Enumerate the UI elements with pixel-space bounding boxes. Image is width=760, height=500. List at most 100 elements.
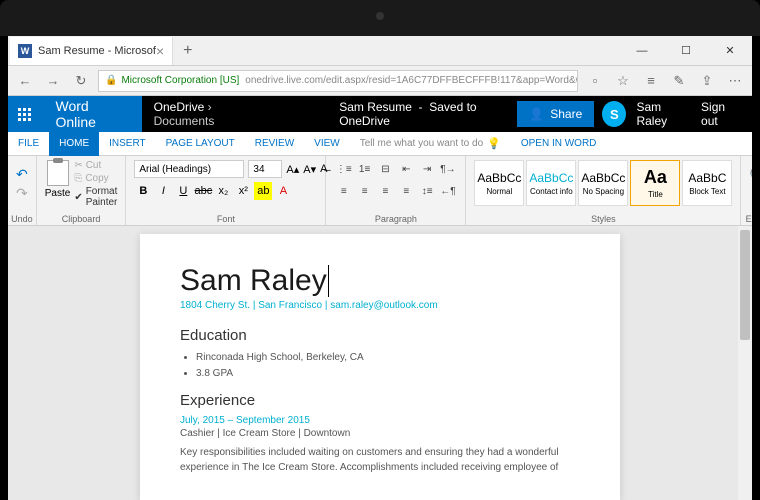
notes-icon[interactable]: ✎ xyxy=(668,70,690,92)
justify-button[interactable]: ≡ xyxy=(397,182,416,200)
breadcrumb-folder[interactable]: Documents xyxy=(154,114,215,128)
numbering-button[interactable]: 1≡ xyxy=(355,160,374,178)
back-button[interactable]: ← xyxy=(14,70,36,92)
sign-out-link[interactable]: Sign out xyxy=(701,100,742,128)
tab-insert[interactable]: INSERT xyxy=(99,132,156,156)
lock-icon: 🔒 xyxy=(105,75,117,86)
maximize-button[interactable]: ☐ xyxy=(664,36,708,66)
bold-button[interactable]: B xyxy=(134,182,152,200)
word-favicon-icon: W xyxy=(18,44,32,58)
tab-home[interactable]: HOME xyxy=(49,132,99,156)
more-icon[interactable]: ⋯ xyxy=(724,70,746,92)
open-in-word-link[interactable]: OPEN IN WORD xyxy=(511,138,607,149)
forward-button[interactable]: → xyxy=(42,70,64,92)
line-spacing-button[interactable]: ↕≡ xyxy=(418,182,437,200)
text-cursor xyxy=(328,265,329,297)
style-no-spacing[interactable]: AaBbCcNo Spacing xyxy=(578,160,628,206)
rtl-button[interactable]: ←¶ xyxy=(439,182,458,200)
subscript-button[interactable]: x₂ xyxy=(214,182,232,200)
outdent-button[interactable]: ⇤ xyxy=(397,160,416,178)
format-painter-button[interactable]: ✔Format Painter xyxy=(74,186,117,208)
experience-body[interactable]: Key responsibilities included waiting on… xyxy=(180,445,580,475)
undo-button[interactable]: ↶ xyxy=(16,166,28,183)
hub-icon[interactable]: ≡ xyxy=(640,70,662,92)
url-text: onedrive.live.com/edit.aspx/resid=1A6C77… xyxy=(245,75,578,86)
browser-tab[interactable]: W Sam Resume - Microsof × xyxy=(10,37,173,65)
copy-button[interactable]: ⎘Copy xyxy=(74,173,117,184)
list-item[interactable]: 3.8 GPA xyxy=(196,366,580,382)
experience-dates[interactable]: July, 2015 – September 2015 xyxy=(180,415,580,426)
job-title-line[interactable]: Cashier | Ice Cream Store | Downtown xyxy=(180,428,580,439)
ribbon: ↶ ↷ Undo Paste ✂Cut ⎘Copy ✔Format Painte… xyxy=(8,156,752,226)
vertical-scrollbar[interactable] xyxy=(738,226,752,500)
style-normal[interactable]: AaBbCcNormal xyxy=(474,160,524,206)
list-item[interactable]: Rinconada High School, Berkeley, CA xyxy=(196,350,580,366)
breadcrumb-onedrive[interactable]: OneDrive xyxy=(154,100,205,114)
paste-icon xyxy=(47,160,69,186)
align-left-button[interactable]: ≡ xyxy=(334,182,353,200)
find-button[interactable]: 🔍 xyxy=(749,160,752,186)
strike-button[interactable]: abc xyxy=(194,182,212,200)
align-right-button[interactable]: ≡ xyxy=(376,182,395,200)
grow-font-button[interactable]: A▴ xyxy=(286,160,299,178)
education-heading[interactable]: Education xyxy=(180,327,580,344)
tell-me-input[interactable]: Tell me what you want to do 💡 xyxy=(350,137,511,150)
tab-file[interactable]: FILE xyxy=(8,132,49,156)
paste-button[interactable]: Paste xyxy=(45,160,71,199)
cut-button[interactable]: ✂Cut xyxy=(74,160,117,171)
share-browser-icon[interactable]: ⇪ xyxy=(696,70,718,92)
url-input[interactable]: 🔒 Microsoft Corporation [US] onedrive.li… xyxy=(98,70,578,92)
editing-group-label: Editing xyxy=(741,214,752,224)
brush-icon: ✔ xyxy=(74,192,82,203)
address-bar: ← → ↻ 🔒 Microsoft Corporation [US] onedr… xyxy=(8,66,752,96)
shrink-font-button[interactable]: A▾ xyxy=(303,160,316,178)
scroll-thumb[interactable] xyxy=(740,230,750,340)
font-color-button[interactable]: A xyxy=(274,182,292,200)
minimize-button[interactable]: — xyxy=(620,36,664,66)
breadcrumb: OneDrive › Documents xyxy=(142,100,280,128)
resume-name-heading[interactable]: Sam Raley xyxy=(180,264,329,298)
education-list[interactable]: Rinconada High School, Berkeley, CA 3.8 … xyxy=(196,350,580,382)
bullets-button[interactable]: ⋮≡ xyxy=(334,160,353,178)
skype-button[interactable]: S xyxy=(602,101,626,127)
tab-view[interactable]: VIEW xyxy=(304,132,350,156)
font-group-label: Font xyxy=(126,214,325,224)
redo-button[interactable]: ↷ xyxy=(16,185,28,202)
app-header: Word Online OneDrive › Documents Sam Res… xyxy=(8,96,752,132)
tab-page-layout[interactable]: PAGE LAYOUT xyxy=(156,132,245,156)
italic-button[interactable]: I xyxy=(154,182,172,200)
favorite-icon[interactable]: ☆ xyxy=(612,70,634,92)
copy-icon: ⎘ xyxy=(74,173,82,184)
cert-label: Microsoft Corporation [US] xyxy=(121,75,239,86)
tab-close-icon[interactable]: × xyxy=(156,43,164,59)
doc-title-status: Sam Resume - Saved to OneDrive xyxy=(339,100,517,128)
style-block-text[interactable]: AaBbCBlock Text xyxy=(682,160,732,206)
style-title[interactable]: AaTitle xyxy=(630,160,680,206)
app-launcher-button[interactable] xyxy=(8,96,41,132)
reading-view-icon[interactable]: ▫ xyxy=(584,70,606,92)
new-tab-button[interactable]: + xyxy=(173,42,202,60)
font-family-select[interactable] xyxy=(134,160,244,178)
share-icon: 👤 xyxy=(529,107,544,121)
tab-title: Sam Resume - Microsof xyxy=(38,45,156,57)
indent-button[interactable]: ⇥ xyxy=(418,160,437,178)
ltr-button[interactable]: ¶→ xyxy=(439,160,458,178)
superscript-button[interactable]: x² xyxy=(234,182,252,200)
user-name[interactable]: Sam Raley xyxy=(636,100,691,128)
waffle-icon xyxy=(18,108,31,121)
tab-review[interactable]: REVIEW xyxy=(245,132,304,156)
font-size-select[interactable] xyxy=(248,160,282,178)
share-button[interactable]: 👤 Share xyxy=(517,101,594,127)
highlight-button[interactable]: ab xyxy=(254,182,272,200)
align-center-button[interactable]: ≡ xyxy=(355,182,374,200)
style-contact-info[interactable]: AaBbCcContact info xyxy=(526,160,576,206)
contact-line[interactable]: 1804 Cherry St. | San Francisco | sam.ra… xyxy=(180,300,580,311)
app-name: Word Online xyxy=(41,96,141,132)
experience-heading[interactable]: Experience xyxy=(180,392,580,409)
multilevel-button[interactable]: ⊟ xyxy=(376,160,395,178)
close-window-button[interactable]: ✕ xyxy=(708,36,752,66)
refresh-button[interactable]: ↻ xyxy=(70,70,92,92)
page[interactable]: Sam Raley 1804 Cherry St. | San Francisc… xyxy=(140,234,620,500)
document-canvas[interactable]: Sam Raley 1804 Cherry St. | San Francisc… xyxy=(8,226,752,500)
underline-button[interactable]: U xyxy=(174,182,192,200)
